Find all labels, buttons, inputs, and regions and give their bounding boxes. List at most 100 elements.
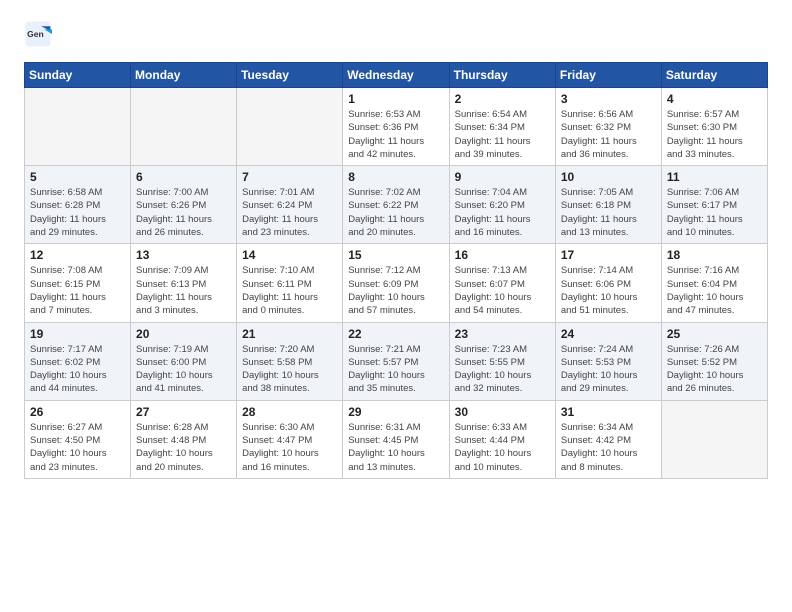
- day-number: 25: [667, 327, 762, 341]
- day-number: 19: [30, 327, 125, 341]
- calendar-table: SundayMondayTuesdayWednesdayThursdayFrid…: [24, 62, 768, 479]
- calendar-cell: 3Sunrise: 6:56 AM Sunset: 6:32 PM Daylig…: [555, 88, 661, 166]
- day-info: Sunrise: 6:56 AM Sunset: 6:32 PM Dayligh…: [561, 108, 656, 161]
- day-info: Sunrise: 7:08 AM Sunset: 6:15 PM Dayligh…: [30, 264, 125, 317]
- calendar-cell: 4 Sunrise: 6:57 AM Sunset: 6:30 PM Daylig…: [661, 88, 767, 166]
- weekday-header-tuesday: Tuesday: [237, 63, 343, 88]
- day-number: 20: [136, 327, 231, 341]
- day-info: Sunrise: 7:26 AM Sunset: 5:52 PM Dayligh…: [667, 343, 762, 396]
- day-info: Sunrise: 7:00 AM Sunset: 6:26 PM Dayligh…: [136, 186, 231, 239]
- calendar-cell: 27 Sunrise: 6:28 AM Sunset: 4:48 PM Dayli…: [131, 400, 237, 478]
- calendar-cell: 1 Sunrise: 6:53 AM Sunset: 6:36 PM Daylig…: [343, 88, 449, 166]
- calendar-cell: 8 Sunrise: 7:02 AM Sunset: 6:22 PM Daylig…: [343, 166, 449, 244]
- day-number: 28: [242, 405, 337, 419]
- day-info: Sunrise: 6:28 AM Sunset: 4:48 PM Dayligh…: [136, 421, 231, 474]
- calendar-cell: 25 Sunrise: 7:26 AM Sunset: 5:52 PM Dayli…: [661, 322, 767, 400]
- day-number: 5: [30, 170, 125, 184]
- day-info: Sunrise: 6:27 AM Sunset: 4:50 PM Dayligh…: [30, 421, 125, 474]
- day-info: Sunrise: 7:02 AM Sunset: 6:22 PM Dayligh…: [348, 186, 443, 239]
- day-number: 2: [455, 92, 550, 106]
- calendar-cell: 29 Sunrise: 6:31 AM Sunset: 4:45 PM Dayli…: [343, 400, 449, 478]
- day-info: Sunrise: 6:33 AM Sunset: 4:44 PM Dayligh…: [455, 421, 550, 474]
- day-number: 22: [348, 327, 443, 341]
- calendar-week-row: 5 Sunrise: 6:58 AM Sunset: 6:28 PM Daylig…: [25, 166, 768, 244]
- calendar-cell: 28 Sunrise: 6:30 AM Sunset: 4:47 PM Dayli…: [237, 400, 343, 478]
- calendar-cell: [237, 88, 343, 166]
- day-number: 14: [242, 248, 337, 262]
- day-info: Sunrise: 7:05 AM Sunset: 6:18 PM Dayligh…: [561, 186, 656, 239]
- calendar-cell: 21Sunrise: 7:20 AM Sunset: 5:58 PM Dayli…: [237, 322, 343, 400]
- day-info: Sunrise: 7:17 AM Sunset: 6:02 PM Dayligh…: [30, 343, 125, 396]
- day-number: 18: [667, 248, 762, 262]
- day-number: 6: [136, 170, 231, 184]
- day-number: 12: [30, 248, 125, 262]
- day-info: Sunrise: 7:04 AM Sunset: 6:20 PM Dayligh…: [455, 186, 550, 239]
- calendar-cell: [25, 88, 131, 166]
- weekday-header-monday: Monday: [131, 63, 237, 88]
- svg-text:Gen: Gen: [27, 29, 44, 39]
- page: Gen SundayMondayTuesdayWednesdayThursday…: [0, 0, 792, 495]
- day-number: 9: [455, 170, 550, 184]
- day-number: 15: [348, 248, 443, 262]
- weekday-header-sunday: Sunday: [25, 63, 131, 88]
- calendar-cell: 26Sunrise: 6:27 AM Sunset: 4:50 PM Dayli…: [25, 400, 131, 478]
- day-number: 13: [136, 248, 231, 262]
- weekday-header-friday: Friday: [555, 63, 661, 88]
- day-info: Sunrise: 7:20 AM Sunset: 5:58 PM Dayligh…: [242, 343, 337, 396]
- day-info: Sunrise: 7:09 AM Sunset: 6:13 PM Dayligh…: [136, 264, 231, 317]
- header: Gen: [24, 20, 768, 48]
- day-number: 17: [561, 248, 656, 262]
- calendar-cell: 2 Sunrise: 6:54 AM Sunset: 6:34 PM Daylig…: [449, 88, 555, 166]
- weekday-header-row: SundayMondayTuesdayWednesdayThursdayFrid…: [25, 63, 768, 88]
- day-info: Sunrise: 7:06 AM Sunset: 6:17 PM Dayligh…: [667, 186, 762, 239]
- calendar-week-row: 1 Sunrise: 6:53 AM Sunset: 6:36 PM Daylig…: [25, 88, 768, 166]
- logo: Gen: [24, 20, 56, 48]
- day-number: 30: [455, 405, 550, 419]
- weekday-header-saturday: Saturday: [661, 63, 767, 88]
- calendar-cell: 20 Sunrise: 7:19 AM Sunset: 6:00 PM Dayli…: [131, 322, 237, 400]
- calendar-cell: 5 Sunrise: 6:58 AM Sunset: 6:28 PM Daylig…: [25, 166, 131, 244]
- calendar-cell: 17Sunrise: 7:14 AM Sunset: 6:06 PM Dayli…: [555, 244, 661, 322]
- day-number: 7: [242, 170, 337, 184]
- calendar-cell: 14 Sunrise: 7:10 AM Sunset: 6:11 PM Dayli…: [237, 244, 343, 322]
- calendar-cell: 23Sunrise: 7:23 AM Sunset: 5:55 PM Dayli…: [449, 322, 555, 400]
- calendar-cell: 15 Sunrise: 7:12 AM Sunset: 6:09 PM Dayli…: [343, 244, 449, 322]
- calendar-week-row: 12 Sunrise: 7:08 AM Sunset: 6:15 PM Dayli…: [25, 244, 768, 322]
- day-info: Sunrise: 6:57 AM Sunset: 6:30 PM Dayligh…: [667, 108, 762, 161]
- calendar-cell: 10 Sunrise: 7:05 AM Sunset: 6:18 PM Dayli…: [555, 166, 661, 244]
- day-info: Sunrise: 7:13 AM Sunset: 6:07 PM Dayligh…: [455, 264, 550, 317]
- calendar-cell: 12 Sunrise: 7:08 AM Sunset: 6:15 PM Dayli…: [25, 244, 131, 322]
- calendar-cell: 31Sunrise: 6:34 AM Sunset: 4:42 PM Dayli…: [555, 400, 661, 478]
- day-number: 27: [136, 405, 231, 419]
- day-number: 1: [348, 92, 443, 106]
- day-info: Sunrise: 6:58 AM Sunset: 6:28 PM Dayligh…: [30, 186, 125, 239]
- day-info: Sunrise: 6:53 AM Sunset: 6:36 PM Dayligh…: [348, 108, 443, 161]
- day-info: Sunrise: 7:21 AM Sunset: 5:57 PM Dayligh…: [348, 343, 443, 396]
- day-number: 4: [667, 92, 762, 106]
- day-info: Sunrise: 6:54 AM Sunset: 6:34 PM Dayligh…: [455, 108, 550, 161]
- calendar-cell: 30 Sunrise: 6:33 AM Sunset: 4:44 PM Dayli…: [449, 400, 555, 478]
- day-info: Sunrise: 7:19 AM Sunset: 6:00 PM Dayligh…: [136, 343, 231, 396]
- day-info: Sunrise: 7:16 AM Sunset: 6:04 PM Dayligh…: [667, 264, 762, 317]
- day-info: Sunrise: 7:24 AM Sunset: 5:53 PM Dayligh…: [561, 343, 656, 396]
- calendar-cell: 24Sunrise: 7:24 AM Sunset: 5:53 PM Dayli…: [555, 322, 661, 400]
- calendar-cell: 7Sunrise: 7:01 AM Sunset: 6:24 PM Daylig…: [237, 166, 343, 244]
- calendar-cell: 13 Sunrise: 7:09 AM Sunset: 6:13 PM Dayli…: [131, 244, 237, 322]
- day-number: 29: [348, 405, 443, 419]
- day-info: Sunrise: 6:30 AM Sunset: 4:47 PM Dayligh…: [242, 421, 337, 474]
- day-info: Sunrise: 6:31 AM Sunset: 4:45 PM Dayligh…: [348, 421, 443, 474]
- calendar-week-row: 19 Sunrise: 7:17 AM Sunset: 6:02 PM Dayli…: [25, 322, 768, 400]
- day-number: 31: [561, 405, 656, 419]
- calendar-cell: 9 Sunrise: 7:04 AM Sunset: 6:20 PM Daylig…: [449, 166, 555, 244]
- logo-icon: Gen: [24, 20, 52, 48]
- weekday-header-thursday: Thursday: [449, 63, 555, 88]
- calendar-cell: [661, 400, 767, 478]
- day-info: Sunrise: 7:10 AM Sunset: 6:11 PM Dayligh…: [242, 264, 337, 317]
- calendar-cell: 11 Sunrise: 7:06 AM Sunset: 6:17 PM Dayli…: [661, 166, 767, 244]
- day-number: 10: [561, 170, 656, 184]
- calendar-cell: 6 Sunrise: 7:00 AM Sunset: 6:26 PM Daylig…: [131, 166, 237, 244]
- weekday-header-wednesday: Wednesday: [343, 63, 449, 88]
- day-number: 11: [667, 170, 762, 184]
- day-number: 8: [348, 170, 443, 184]
- day-info: Sunrise: 7:12 AM Sunset: 6:09 PM Dayligh…: [348, 264, 443, 317]
